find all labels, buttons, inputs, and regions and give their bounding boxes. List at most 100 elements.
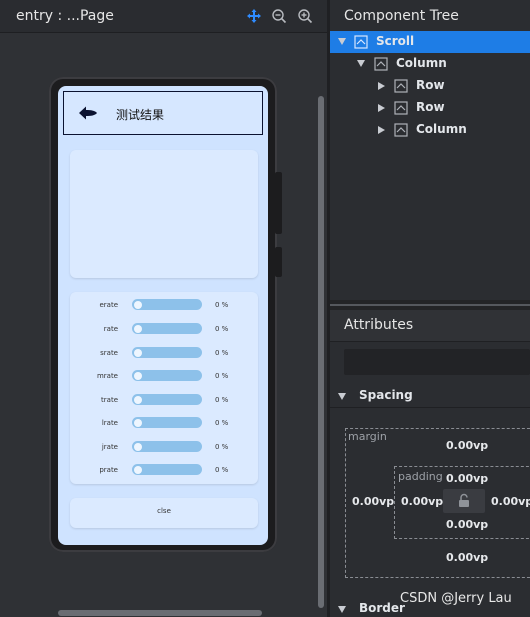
collapse-arrow-icon[interactable] <box>378 126 385 134</box>
tree-node-column[interactable]: Column <box>330 53 530 75</box>
previewer-title: entry : ...Page <box>16 8 114 24</box>
move-icon[interactable] <box>246 8 262 24</box>
attributes-title: Attributes <box>344 317 414 333</box>
border-section-label: Border <box>359 601 405 615</box>
rate-row: prate 0 % <box>70 464 258 476</box>
padding-label: padding <box>398 470 443 483</box>
splitter-grip[interactable] <box>330 304 530 306</box>
rate-row: srate 0 % <box>70 347 258 359</box>
expand-arrow-icon[interactable] <box>338 38 346 45</box>
horizontal-scrollbar[interactable] <box>58 610 262 616</box>
attribute-search-input[interactable] <box>344 349 530 375</box>
device-screen: 测试结果 erate 0 % rate 0 % srate 0 % mrate … <box>58 86 268 545</box>
tree-node-label: Row <box>416 100 445 114</box>
slider-thumb[interactable] <box>134 395 142 404</box>
tree-node-label: Column <box>416 122 467 136</box>
component-icon <box>394 101 408 115</box>
rate-row: mrate 0 % <box>70 370 258 382</box>
chart-card <box>70 150 258 278</box>
panel-splitter[interactable] <box>330 300 530 310</box>
slider-thumb[interactable] <box>134 324 142 333</box>
padding-bottom-value[interactable]: 0.00vp <box>446 518 488 531</box>
tree-node-row[interactable]: Row <box>330 75 530 97</box>
tree-node-scroll[interactable]: Scroll <box>330 31 530 53</box>
rate-slider[interactable] <box>132 417 202 428</box>
rate-slider[interactable] <box>132 347 202 358</box>
rate-row: rate 0 % <box>70 323 258 335</box>
section-collapse-icon[interactable] <box>338 393 346 400</box>
rate-label: jrate <box>101 443 118 451</box>
component-tree-panel: Component Tree Scroll Column Row Row Col… <box>330 0 530 300</box>
rate-row: lrate 0 % <box>70 417 258 429</box>
rate-value: 0 % <box>215 325 229 333</box>
rate-value: 0 % <box>215 396 229 404</box>
device-side-button <box>275 247 282 277</box>
tree-node-label: Row <box>416 78 445 92</box>
component-icon <box>354 35 368 49</box>
rate-value: 0 % <box>215 419 229 427</box>
margin-top-value[interactable]: 0.00vp <box>446 439 488 452</box>
slider-thumb[interactable] <box>134 300 142 309</box>
slider-thumb[interactable] <box>134 442 142 451</box>
margin-label: margin <box>348 430 387 443</box>
slider-thumb[interactable] <box>134 371 142 380</box>
component-icon <box>394 79 408 93</box>
rate-slider[interactable] <box>132 323 202 334</box>
rate-label: rate <box>103 325 118 333</box>
previewer-toolbar: entry : ...Page <box>0 0 327 33</box>
margin-left-value[interactable]: 0.00vp <box>352 495 394 508</box>
lock-toggle[interactable] <box>443 489 485 513</box>
watermark: CSDN @Jerry Lau <box>400 591 512 606</box>
close-button[interactable]: clse <box>70 498 258 528</box>
zoom-out-icon[interactable] <box>271 8 287 24</box>
collapse-arrow-icon[interactable] <box>378 82 385 90</box>
padding-left-value[interactable]: 0.00vp <box>401 495 443 508</box>
tree-node-label: Column <box>396 56 447 70</box>
rate-value: 0 % <box>215 372 229 380</box>
slider-thumb[interactable] <box>134 348 142 357</box>
device-frame: 测试结果 erate 0 % rate 0 % srate 0 % mrate … <box>49 77 282 552</box>
tree-node-label: Scroll <box>376 34 415 48</box>
rate-value: 0 % <box>215 349 229 357</box>
attributes-header: Attributes <box>330 310 530 342</box>
rate-label: erate <box>99 301 118 309</box>
component-tree-title: Component Tree <box>344 8 459 24</box>
rate-label: mrate <box>96 372 118 380</box>
vertical-scrollbar[interactable] <box>318 96 324 608</box>
padding-right-value[interactable]: 0.00vp <box>491 495 530 508</box>
rate-slider[interactable] <box>132 441 202 452</box>
rate-row: jrate 0 % <box>70 441 258 453</box>
previewer-pane: entry : ...Page 测试结果 erate 0 % rate 0 % … <box>0 0 327 617</box>
back-arrow-icon[interactable] <box>78 105 98 121</box>
section-collapse-icon[interactable] <box>338 606 346 613</box>
rate-row: erate 0 % <box>70 299 258 311</box>
padding-top-value[interactable]: 0.00vp <box>446 472 488 485</box>
rate-label: srate <box>100 349 118 357</box>
app-header: 测试结果 <box>63 91 263 135</box>
rate-slider[interactable] <box>132 464 202 475</box>
margin-bottom-value[interactable]: 0.00vp <box>446 551 488 564</box>
rate-value: 0 % <box>215 443 229 451</box>
rate-row: trate 0 % <box>70 394 258 406</box>
slider-thumb[interactable] <box>134 465 142 474</box>
page-title: 测试结果 <box>116 108 165 122</box>
collapse-arrow-icon[interactable] <box>378 104 385 112</box>
slider-thumb[interactable] <box>134 418 142 427</box>
expand-arrow-icon[interactable] <box>357 60 365 67</box>
rate-label: prate <box>99 466 118 474</box>
spacing-section-label: Spacing <box>359 388 413 402</box>
close-button-label: clse <box>157 507 171 515</box>
rates-card: erate 0 % rate 0 % srate 0 % mrate 0 % t… <box>70 292 258 484</box>
component-icon <box>374 57 388 71</box>
unlock-icon <box>459 493 469 507</box>
rate-slider[interactable] <box>132 299 202 310</box>
rate-value: 0 % <box>215 466 229 474</box>
rate-label: trate <box>101 396 118 404</box>
tree-node-row[interactable]: Row <box>330 97 530 119</box>
spacing-section-header[interactable]: Spacing <box>330 384 530 408</box>
rate-label: lrate <box>101 419 118 427</box>
rate-slider[interactable] <box>132 394 202 405</box>
zoom-in-icon[interactable] <box>297 8 313 24</box>
tree-node-column[interactable]: Column <box>330 119 530 141</box>
rate-slider[interactable] <box>132 370 202 381</box>
